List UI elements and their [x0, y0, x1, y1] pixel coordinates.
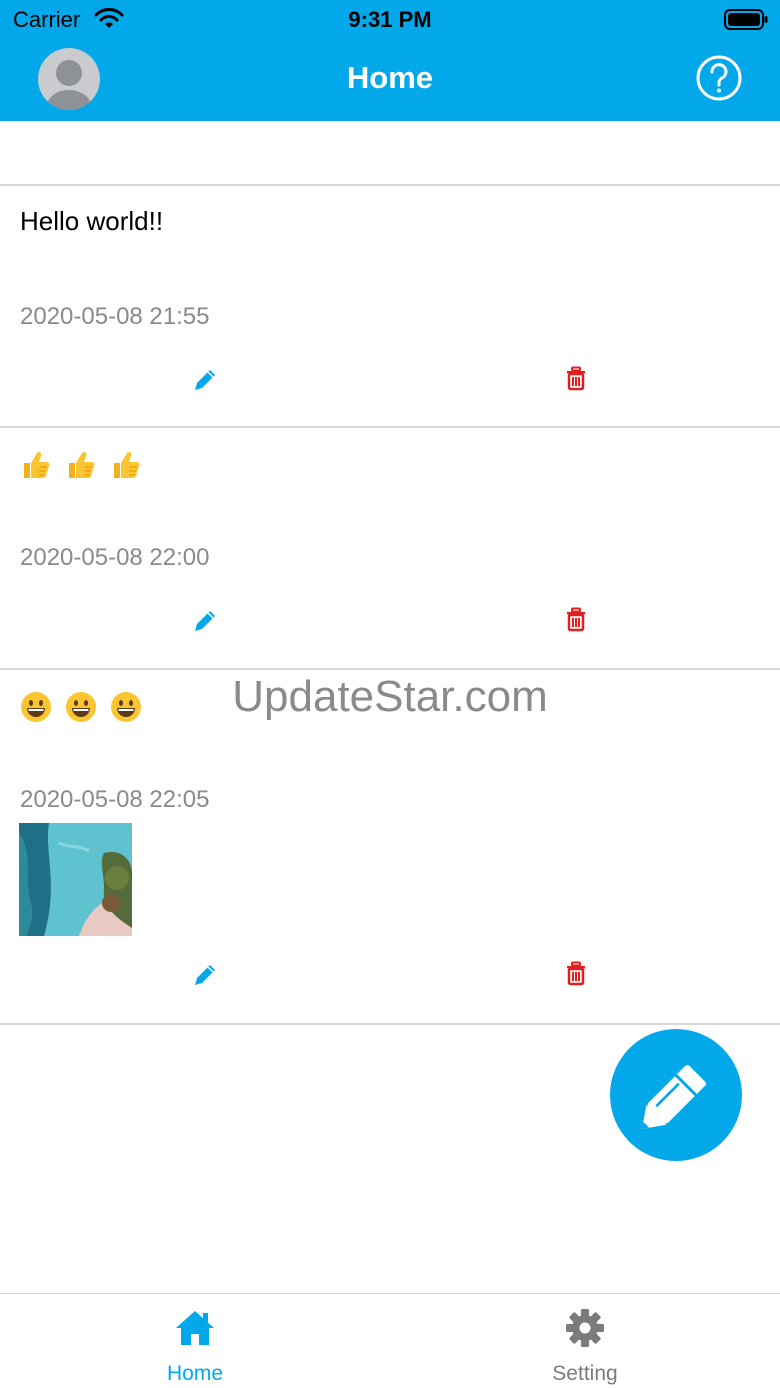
- status-time: 9:31 PM: [348, 7, 432, 32]
- post-card[interactable]: Hello world!! 2020-05-08 21:55: [0, 186, 780, 428]
- post-image-thumbnail[interactable]: [19, 823, 132, 936]
- post-list: Hello world!! 2020-05-08 21:55 2020-05-0…: [0, 121, 780, 1025]
- post-emoji-row: [20, 448, 148, 481]
- tab-setting[interactable]: Setting: [390, 1294, 780, 1388]
- list-header-spacer: [0, 121, 780, 186]
- watermark: UpdateStar.com: [232, 672, 548, 721]
- edit-icon[interactable]: [191, 961, 219, 989]
- compose-fab-button[interactable]: [610, 1029, 742, 1161]
- post-timestamp: 2020-05-08 22:05: [20, 786, 210, 813]
- status-bar: Carrier 9:31 PM: [0, 0, 780, 40]
- edit-icon[interactable]: [191, 366, 219, 394]
- trash-icon[interactable]: [562, 959, 590, 987]
- help-circle-icon[interactable]: [696, 55, 742, 101]
- post-timestamp: 2020-05-08 22:00: [20, 544, 210, 571]
- tab-setting-label: Setting: [552, 1362, 618, 1385]
- thumbs-up-emoji: [69, 452, 95, 479]
- post-card[interactable]: 2020-05-08 22:00: [0, 428, 780, 670]
- pencil-icon: [642, 1065, 706, 1129]
- thumbs-up-emoji: [24, 452, 50, 479]
- post-card[interactable]: 2020-05-08 22:05: [0, 670, 780, 1025]
- nav-bar: Home: [0, 40, 780, 121]
- beach-photo: [19, 823, 132, 936]
- page-title: Home: [346, 60, 434, 95]
- tab-home[interactable]: Home: [0, 1294, 390, 1388]
- trash-icon[interactable]: [562, 364, 590, 392]
- trash-icon[interactable]: [562, 605, 590, 633]
- post-text: Hello world!!: [20, 206, 164, 236]
- home-icon: [176, 1311, 214, 1345]
- thumbs-up-emoji: [114, 452, 140, 479]
- post-timestamp: 2020-05-08 21:55: [20, 303, 210, 330]
- gear-icon: [566, 1309, 604, 1347]
- tab-bar: Home Setting: [0, 1293, 780, 1388]
- battery-icon: [724, 9, 768, 30]
- edit-icon[interactable]: [191, 607, 219, 635]
- tab-home-label: Home: [166, 1362, 224, 1385]
